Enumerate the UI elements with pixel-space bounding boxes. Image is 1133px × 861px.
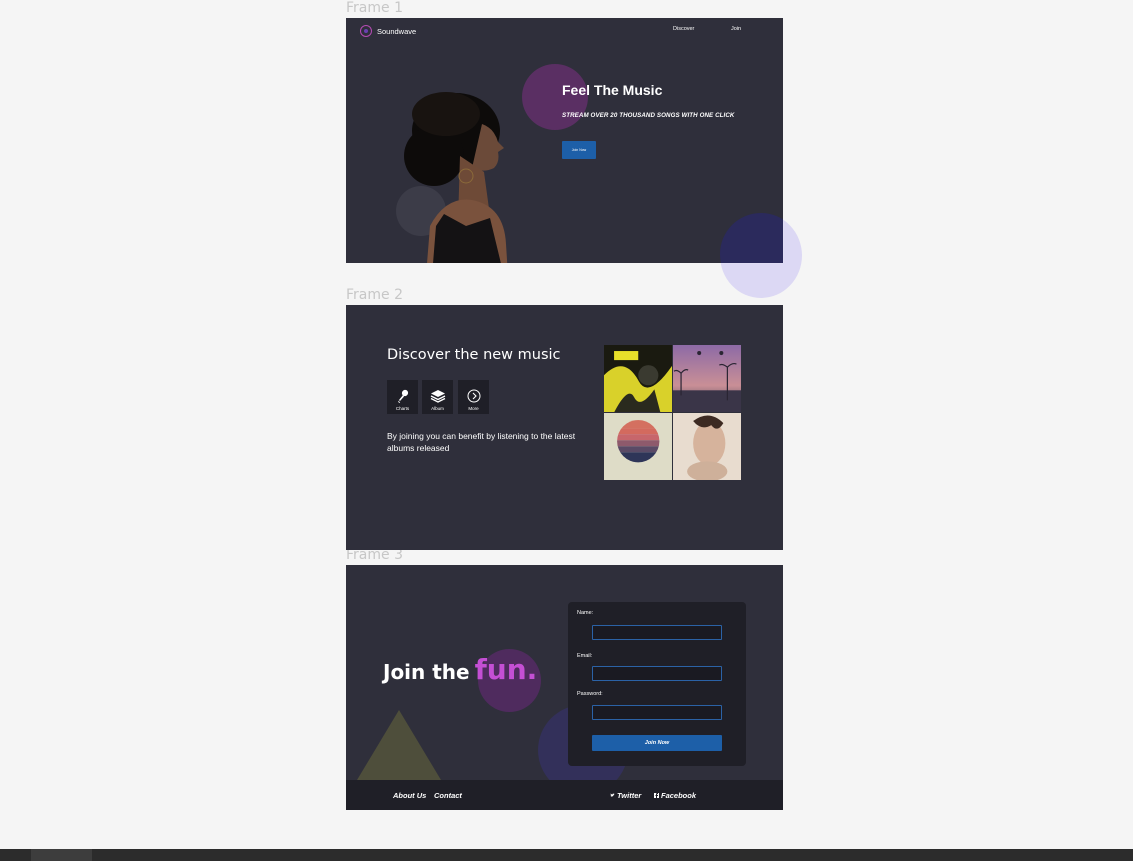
nav-link-join[interactable]: Join bbox=[731, 26, 741, 32]
feature-more-label: More bbox=[468, 406, 479, 411]
decor-triangle bbox=[354, 710, 444, 785]
twitter-label: Twitter bbox=[617, 791, 642, 800]
woman-listening-image bbox=[404, 92, 508, 263]
bottom-toolbar bbox=[0, 849, 1133, 861]
footer-contact-link[interactable]: Contact bbox=[434, 791, 462, 800]
join-now-submit-button[interactable]: Join Now bbox=[592, 735, 722, 751]
hero-subtitle: STREAM OVER 20 THOUSAND SONGS WITH ONE C… bbox=[562, 112, 735, 119]
frame-3-join[interactable]: Join the fun. Name: Email: Password: Joi… bbox=[346, 565, 783, 810]
facebook-icon bbox=[654, 793, 659, 798]
frame-2-discover[interactable]: Discover the new music Charts Album More… bbox=[346, 305, 783, 550]
facebook-label: Facebook bbox=[661, 791, 697, 800]
feature-album-label: Album bbox=[431, 406, 444, 411]
footer-twitter-link[interactable]: Twitter bbox=[610, 791, 641, 800]
decor-circle-indigo bbox=[720, 213, 783, 263]
discover-description: By joining you can benefit by listening … bbox=[387, 431, 576, 453]
bottom-toolbar-tab[interactable] bbox=[31, 849, 92, 861]
join-title-highlight: fun. bbox=[474, 653, 538, 686]
footer: About Us Contact Twitter Facebook bbox=[346, 780, 783, 810]
password-label: Password: bbox=[577, 691, 603, 697]
join-now-button[interactable]: Join Now bbox=[562, 141, 596, 159]
frame-1-label: Frame 1 bbox=[346, 0, 403, 16]
join-title-part1: Join the bbox=[383, 660, 470, 684]
album-cover-2[interactable] bbox=[672, 345, 741, 413]
soundwave-logo-icon bbox=[360, 25, 372, 37]
album-cover-3[interactable] bbox=[604, 412, 673, 480]
name-label: Name: bbox=[577, 610, 594, 616]
feature-album-button[interactable]: Album bbox=[422, 380, 453, 414]
name-input[interactable] bbox=[592, 625, 722, 640]
brand-logo[interactable]: Soundwave bbox=[360, 25, 416, 37]
join-title: Join the fun. bbox=[383, 653, 537, 686]
microphone-icon bbox=[397, 389, 408, 403]
footer-facebook-link[interactable]: Facebook bbox=[654, 791, 696, 800]
hero-title: Feel The Music bbox=[562, 82, 663, 98]
nav-link-discover[interactable]: Discover bbox=[673, 26, 694, 32]
email-label: Email: bbox=[577, 653, 593, 659]
password-input[interactable] bbox=[592, 705, 722, 720]
album-cover-4[interactable] bbox=[672, 412, 741, 480]
twitter-icon bbox=[610, 793, 615, 797]
email-input[interactable] bbox=[592, 666, 722, 681]
chevron-right-circle-icon bbox=[467, 389, 480, 403]
layers-icon bbox=[430, 390, 445, 403]
signup-form: Name: Email: Password: Join Now bbox=[568, 602, 746, 766]
discover-title: Discover the new music bbox=[387, 347, 561, 363]
footer-about-link[interactable]: About Us bbox=[393, 791, 426, 800]
frame-1-hero[interactable]: Soundwave Discover Join Feel The Music S… bbox=[346, 18, 783, 263]
feature-charts-label: Charts bbox=[395, 406, 410, 411]
feature-charts-button[interactable]: Charts bbox=[387, 380, 418, 414]
album-cover-1[interactable] bbox=[604, 345, 673, 413]
feature-more-button[interactable]: More bbox=[458, 380, 489, 414]
brand-name: Soundwave bbox=[377, 26, 417, 36]
frame-2-label: Frame 2 bbox=[346, 287, 403, 303]
album-grid bbox=[604, 345, 741, 480]
